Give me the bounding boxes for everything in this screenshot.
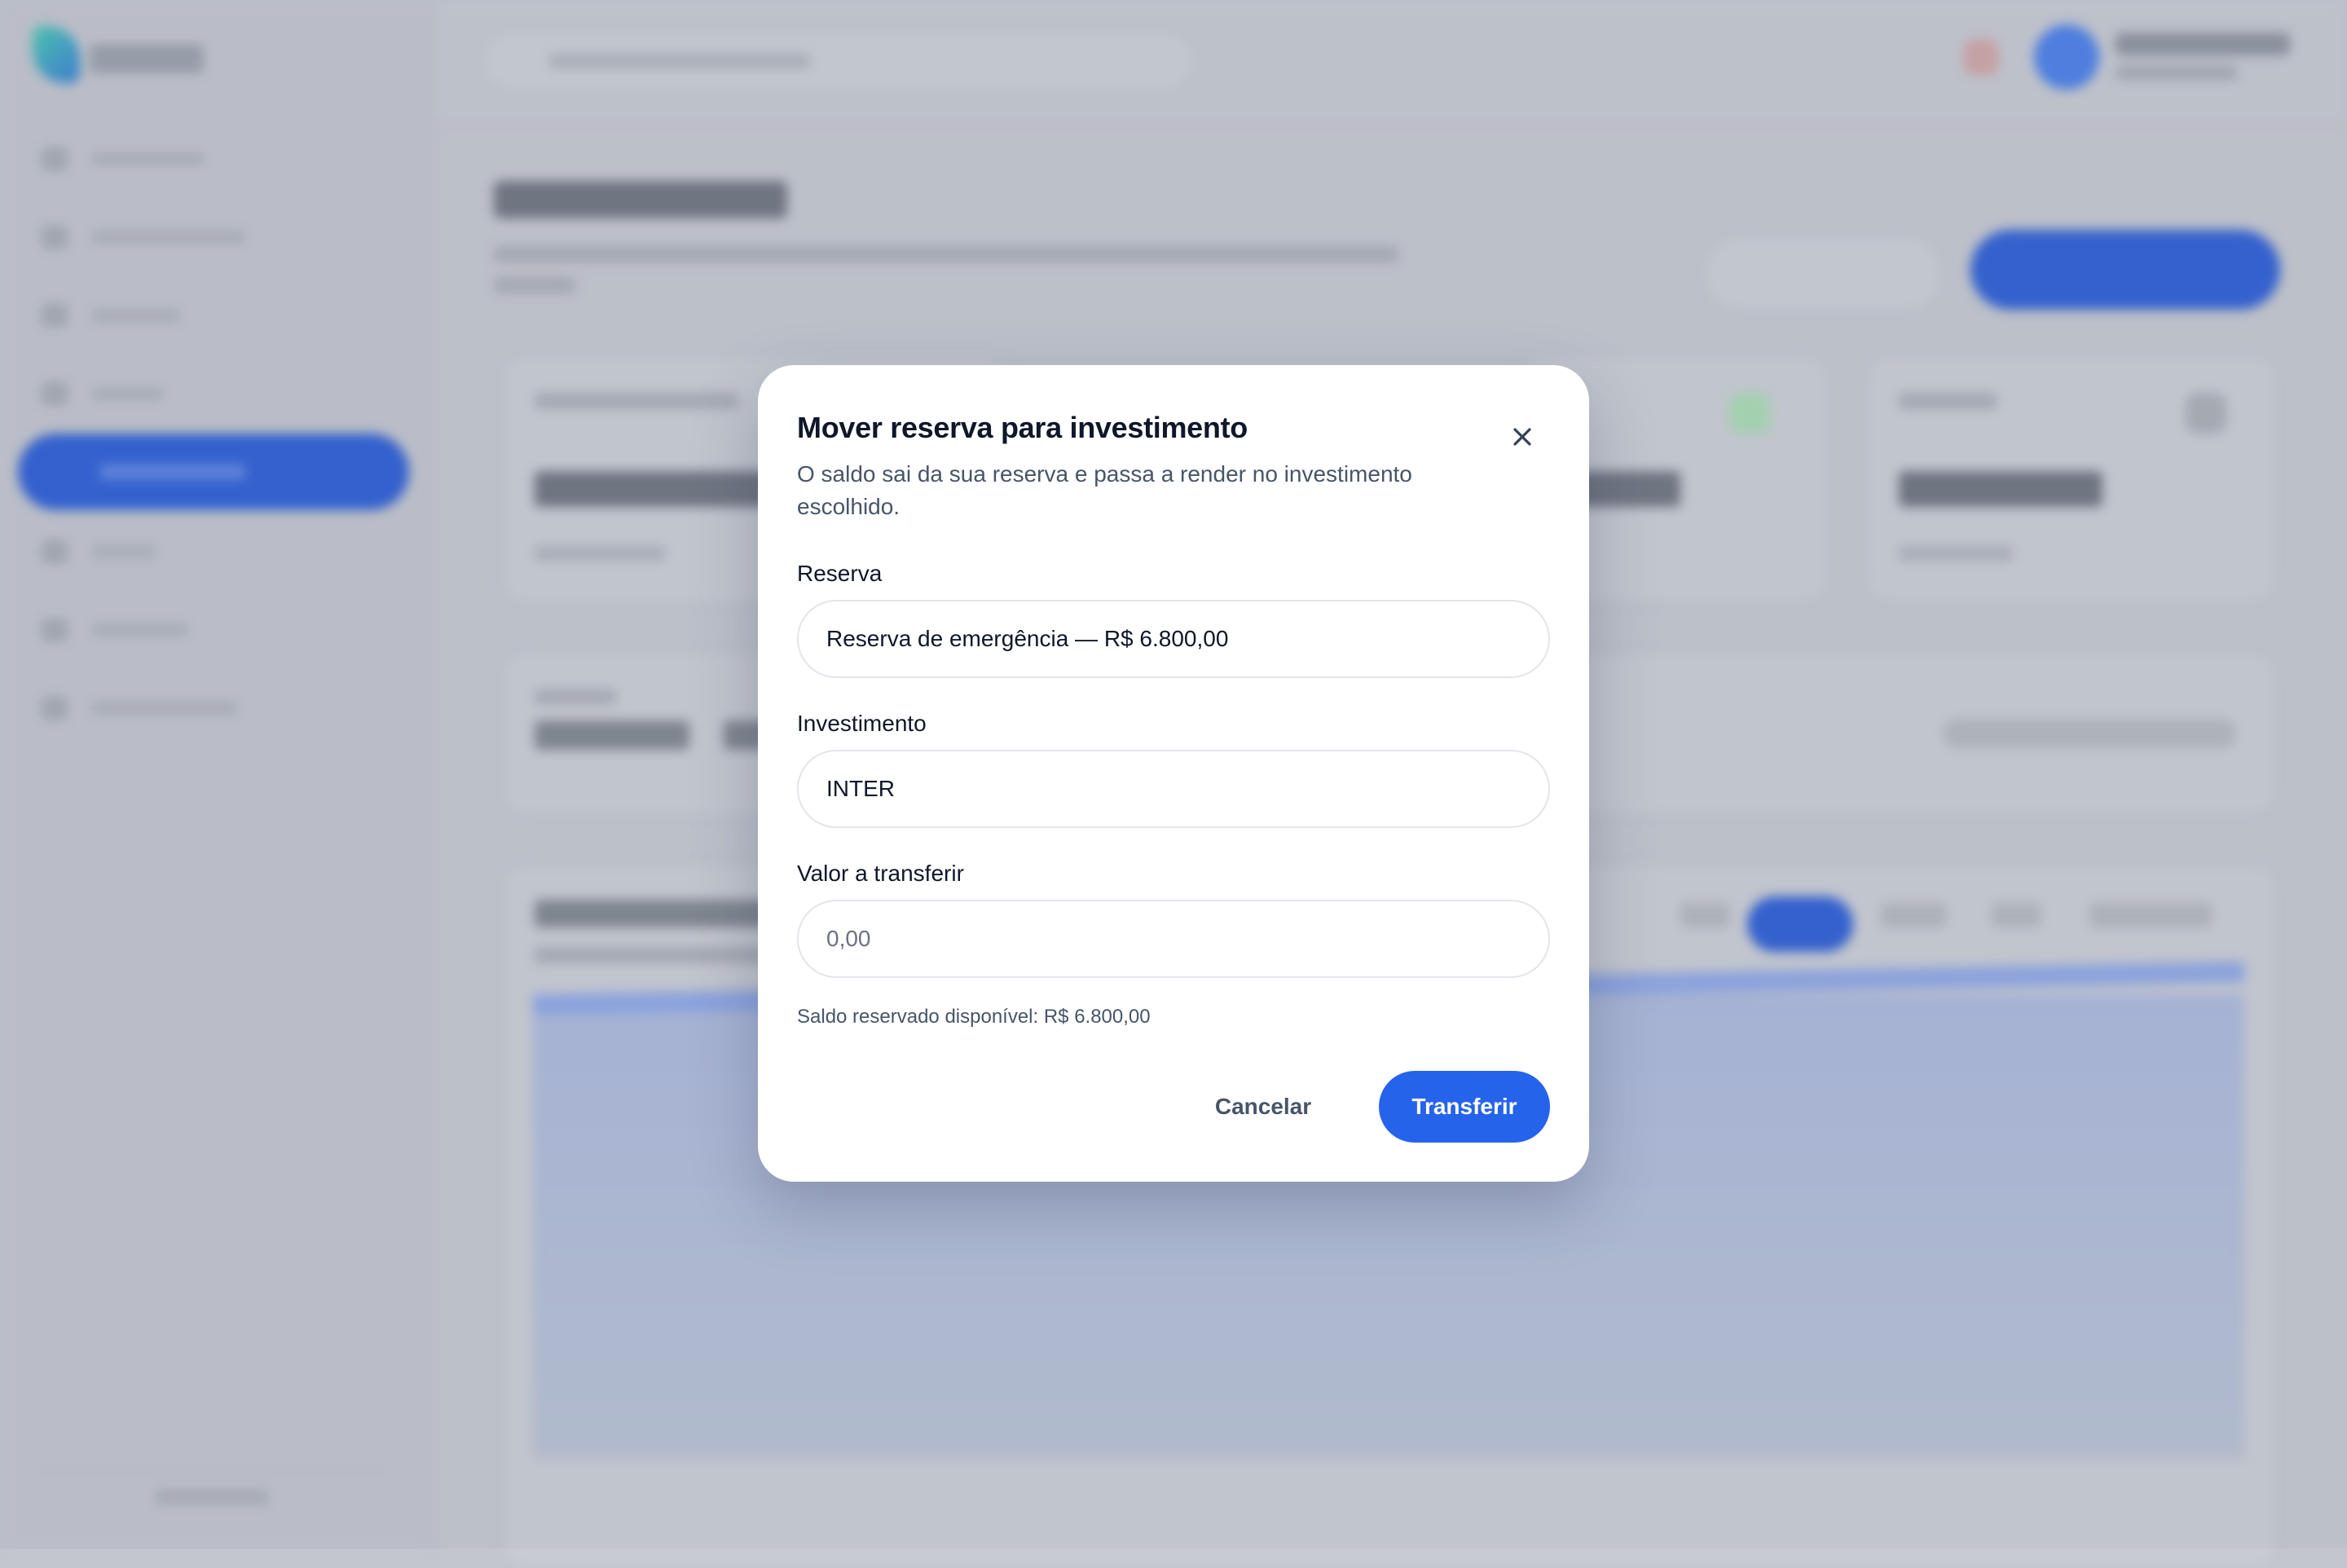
modal-description: O saldo sai da sua reserva e passa a ren… (797, 461, 1412, 519)
transfer-button[interactable]: Transferir (1379, 1071, 1550, 1143)
reserve-select[interactable]: Reserva de emergência — R$ 6.800,00 (797, 600, 1550, 678)
modal-title: Mover reserva para investimento (797, 411, 1248, 444)
amount-label: Valor a transferir (797, 861, 964, 886)
cancel-button[interactable]: Cancelar (1198, 1071, 1328, 1143)
close-icon (1513, 428, 1531, 446)
available-balance-hint: Saldo reservado disponível: R$ 6.800,00 (797, 1006, 1151, 1028)
amount-input[interactable] (797, 900, 1550, 978)
transfer-modal: Mover reserva para investimento O saldo … (758, 365, 1589, 1182)
investment-select[interactable]: INTER (797, 750, 1550, 828)
investment-label: Investimento (797, 711, 927, 736)
close-button[interactable] (1506, 421, 1539, 453)
reserve-label: Reserva (797, 561, 883, 586)
